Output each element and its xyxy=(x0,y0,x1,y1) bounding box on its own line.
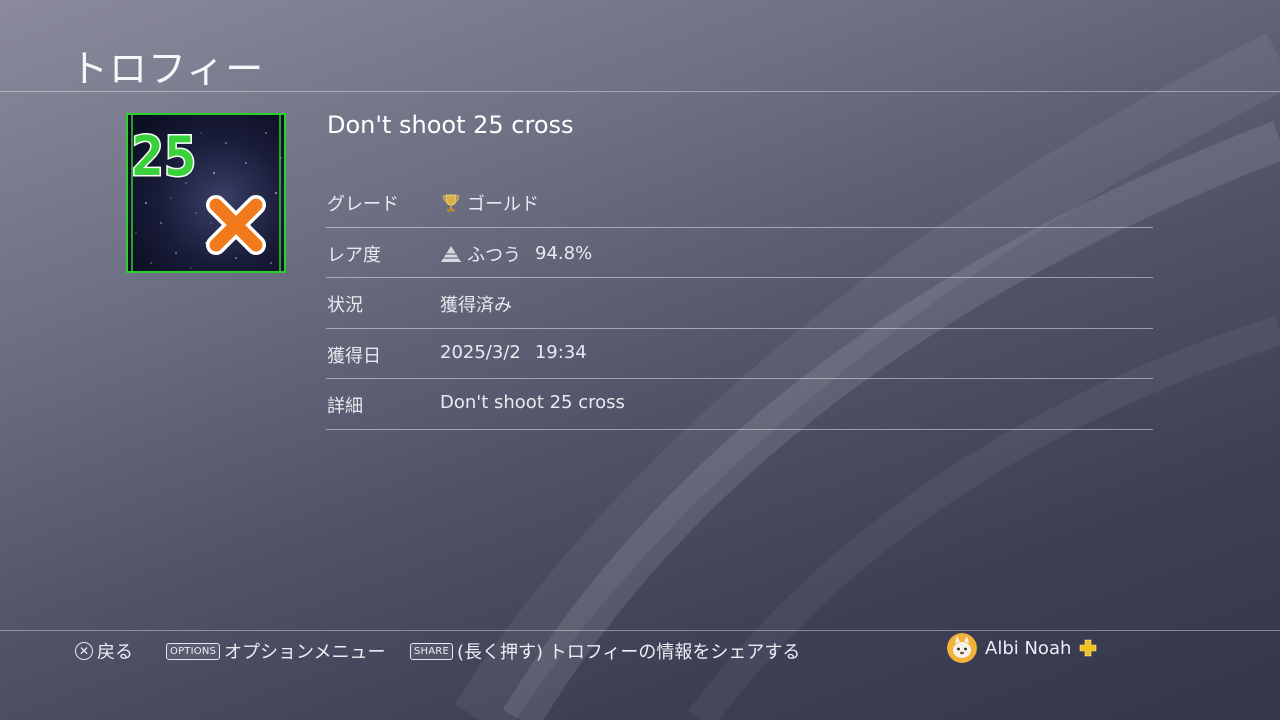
user-profile[interactable]: Albi Noah xyxy=(947,633,1097,663)
trophy-art-cross-mark xyxy=(206,195,266,255)
trophy-details: グレード ゴールド レア度 ふつう 94.8% 状況 獲得済み 獲得日 2025… xyxy=(326,177,1153,430)
user-avatar-icon xyxy=(947,633,977,663)
back-label: 戻る xyxy=(97,642,133,663)
page-title: トロフィー xyxy=(70,47,265,91)
detail-row-status: 状況 獲得済み xyxy=(326,278,1153,329)
detail-row-earned-date: 獲得日 2025/3/2 19:34 xyxy=(326,329,1153,379)
back-hint[interactable]: ✕ 戻る xyxy=(75,638,133,664)
detail-row-rarity: レア度 ふつう 94.8% xyxy=(326,228,1153,278)
earned-date-value: 2025/3/2 19:34 xyxy=(440,342,587,363)
detail-row-grade: グレード ゴールド xyxy=(326,177,1153,228)
footer-divider xyxy=(0,630,1280,631)
description-value: Don't shoot 25 cross xyxy=(440,392,625,413)
grade-text: ゴールド xyxy=(467,194,539,215)
earned-time: 19:34 xyxy=(534,341,587,363)
cross-button-icon: ✕ xyxy=(75,642,93,660)
user-name: Albi Noah xyxy=(985,637,1072,659)
rarity-label: レア度 xyxy=(327,244,381,266)
status-label: 状況 xyxy=(327,295,363,316)
grade-label: グレード xyxy=(327,194,399,215)
playstation-plus-icon xyxy=(1080,639,1097,657)
description-label: 詳細 xyxy=(327,396,363,417)
grade-value: ゴールド xyxy=(440,190,539,216)
trophy-image: 25 xyxy=(126,113,286,273)
share-button-icon: SHARE xyxy=(410,642,453,660)
share-hint[interactable]: SHARE (長く押す) トロフィーの情報をシェアする xyxy=(410,638,800,664)
header-divider xyxy=(0,91,1280,92)
options-label: オプションメニュー xyxy=(224,642,386,663)
options-hint[interactable]: OPTIONS オプションメニュー xyxy=(166,638,386,664)
rarity-percent: 94.8% xyxy=(535,243,593,264)
gold-trophy-icon xyxy=(440,193,462,213)
detail-row-description: 詳細 Don't shoot 25 cross xyxy=(326,379,1153,430)
rarity-text: ふつう xyxy=(467,244,521,266)
footer-bar: ✕ 戻る OPTIONS オプションメニュー SHARE (長く押す) トロフィ… xyxy=(0,633,1280,664)
options-button-icon: OPTIONS xyxy=(166,642,221,660)
status-value: 獲得済み xyxy=(440,295,512,316)
trophy-art-number: 25 xyxy=(131,125,196,188)
share-label: (長く押す) トロフィーの情報をシェアする xyxy=(456,642,801,663)
earned-date-label: 獲得日 xyxy=(327,345,381,367)
earned-date: 2025/3/2 xyxy=(440,341,521,363)
trophy-name: Don't shoot 25 cross xyxy=(327,111,574,139)
rarity-value: ふつう 94.8% xyxy=(440,241,592,267)
rarity-common-icon xyxy=(440,244,462,264)
